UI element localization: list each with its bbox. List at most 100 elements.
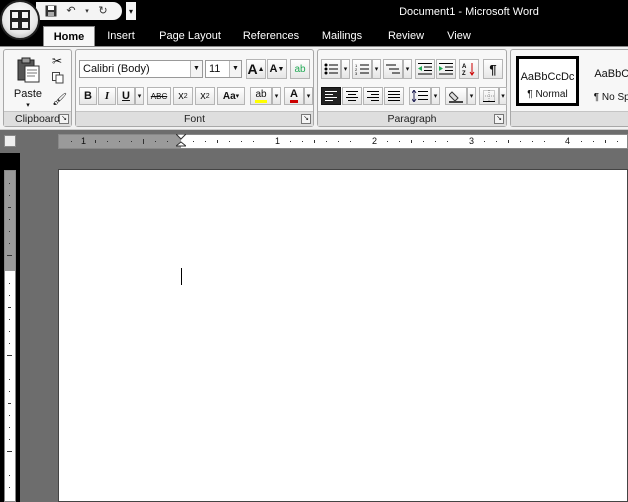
show-formatting-button[interactable]: ¶ xyxy=(483,59,503,79)
clipboard-group: Paste ▾ ✂ 🖌 Clipboard ↘ xyxy=(3,49,72,127)
font-name-dropdown-icon[interactable]: ▼ xyxy=(190,61,202,77)
align-right-button[interactable] xyxy=(363,87,383,105)
justify-icon xyxy=(388,91,400,101)
borders-icon xyxy=(483,90,495,102)
shading-icon xyxy=(449,90,463,103)
font-color-dropdown-icon[interactable]: ▾ xyxy=(304,87,313,105)
align-left-icon xyxy=(325,91,337,101)
copy-icon[interactable] xyxy=(52,72,64,87)
line-spacing-button[interactable] xyxy=(409,87,431,105)
multilevel-list-icon xyxy=(386,64,400,74)
strikethrough-button[interactable]: ABC xyxy=(147,87,171,105)
format-painter-icon[interactable]: 🖌 xyxy=(52,92,67,106)
justify-button[interactable] xyxy=(384,87,404,105)
highlight-dropdown-icon[interactable]: ▾ xyxy=(272,87,281,105)
borders-button[interactable] xyxy=(479,87,499,105)
shading-button[interactable] xyxy=(445,87,467,105)
tab-review[interactable]: Review xyxy=(380,26,432,46)
style-no-spacing[interactable]: AaBbCc ¶ No Spa xyxy=(583,56,628,106)
decrease-indent-button[interactable] xyxy=(415,59,435,79)
font-name-combo[interactable]: Calibri (Body) ▼ xyxy=(79,60,203,78)
ruler-number: 2 xyxy=(372,136,378,146)
tab-page-layout[interactable]: Page Layout xyxy=(152,26,228,46)
paste-dropdown-icon: ▾ xyxy=(26,102,30,109)
ruler-number: 4 xyxy=(565,136,571,146)
sort-button[interactable]: AZ xyxy=(459,59,479,79)
font-name-value: Calibri (Body) xyxy=(83,63,150,75)
font-size-combo[interactable]: 11 ▼ xyxy=(205,60,242,78)
paragraph-group: ▾ 123 ▾ ▾ AZ ¶ ▾ ▾ ▾ Paragraph ↘ xyxy=(317,49,507,127)
numbering-dropdown-icon[interactable]: ▾ xyxy=(372,59,381,79)
ribbon: Paste ▾ ✂ 🖌 Clipboard ↘ Calibri (Body) ▼… xyxy=(0,46,628,129)
sort-icon: AZ xyxy=(462,63,475,76)
font-size-dropdown-icon[interactable]: ▼ xyxy=(229,61,241,77)
indent-marker-icon[interactable] xyxy=(176,134,186,149)
grow-font-button[interactable]: A ▲ xyxy=(246,59,266,79)
style-no-spacing-sample: AaBbCc xyxy=(594,68,628,80)
style-normal[interactable]: AaBbCcDc ¶ Normal xyxy=(516,56,579,106)
multilevel-list-button[interactable] xyxy=(383,59,403,79)
increase-indent-button[interactable] xyxy=(436,59,456,79)
document-page[interactable] xyxy=(58,169,628,502)
change-case-button[interactable]: Aa ▾ xyxy=(217,87,245,105)
align-center-button[interactable] xyxy=(342,87,362,105)
align-right-icon xyxy=(367,91,379,101)
ruler-number: 1 xyxy=(275,136,281,146)
vertical-ruler[interactable] xyxy=(4,170,16,502)
superscript-mark: 2 xyxy=(205,92,210,100)
superscript-button[interactable]: x2 xyxy=(195,87,215,105)
clear-formatting-button[interactable]: ab xyxy=(290,59,310,79)
horizontal-ruler[interactable]: 1 1 2 3 4 xyxy=(58,134,628,149)
font-group: Calibri (Body) ▼ 11 ▼ A ▲ A ▼ ab B I U ▾ A… xyxy=(75,49,314,127)
tab-insert[interactable]: Insert xyxy=(98,26,144,46)
highlight-button[interactable]: ab xyxy=(250,87,272,105)
tab-home[interactable]: Home xyxy=(43,26,95,46)
shading-dropdown-icon[interactable]: ▾ xyxy=(467,87,476,105)
ruler-number: 3 xyxy=(469,136,475,146)
font-color-button[interactable]: A xyxy=(284,87,304,105)
cut-icon[interactable]: ✂ xyxy=(52,54,62,68)
font-launcher-icon[interactable]: ↘ xyxy=(301,114,311,124)
underline-dropdown-icon[interactable]: ▾ xyxy=(135,87,144,105)
tab-view[interactable]: View xyxy=(440,26,478,46)
ribbon-tabs: Home Insert Page Layout References Maili… xyxy=(0,26,628,46)
style-no-spacing-name: ¶ No Spa xyxy=(593,92,628,103)
styles-group-label xyxy=(511,111,628,126)
numbering-icon: 123 xyxy=(355,63,369,75)
paste-label: Paste xyxy=(13,88,43,100)
paste-button[interactable]: Paste ▾ xyxy=(8,54,48,110)
increase-indent-icon xyxy=(439,63,453,75)
shrink-font-button[interactable]: A ▼ xyxy=(267,59,287,79)
paragraph-launcher-icon[interactable]: ↘ xyxy=(494,114,504,124)
styles-group: AaBbCcDc ¶ Normal AaBbCc ¶ No Spa xyxy=(510,49,628,127)
multilevel-dropdown-icon[interactable]: ▾ xyxy=(403,59,412,79)
line-spacing-icon xyxy=(412,90,428,102)
bullets-dropdown-icon[interactable]: ▾ xyxy=(341,59,350,79)
borders-dropdown-icon[interactable]: ▾ xyxy=(499,87,507,105)
tab-mailings[interactable]: Mailings xyxy=(314,26,370,46)
text-cursor xyxy=(181,268,182,285)
font-group-label: Font xyxy=(76,111,313,126)
tab-references[interactable]: References xyxy=(236,26,306,46)
style-normal-sample: AaBbCcDc xyxy=(520,71,575,83)
italic-button[interactable]: I xyxy=(98,87,116,105)
grow-font-glyph: A xyxy=(247,61,258,77)
clipboard-launcher-icon[interactable]: ↘ xyxy=(59,114,69,124)
paste-icon xyxy=(17,57,40,83)
shrink-font-glyph: A xyxy=(269,63,278,75)
office-button[interactable] xyxy=(0,0,40,40)
bold-button[interactable]: B xyxy=(79,87,97,105)
line-spacing-dropdown-icon[interactable]: ▾ xyxy=(431,87,440,105)
office-logo-icon xyxy=(10,10,30,30)
ruler-bar: 1 1 2 3 4 xyxy=(0,129,628,153)
align-left-button[interactable] xyxy=(321,87,341,105)
underline-button[interactable]: U xyxy=(117,87,135,105)
tab-selector[interactable] xyxy=(4,135,16,147)
align-center-icon xyxy=(346,91,358,101)
numbering-button[interactable]: 123 xyxy=(352,59,372,79)
subscript-button[interactable]: x2 xyxy=(173,87,193,105)
font-size-value: 11 xyxy=(209,63,221,75)
vertical-ruler-ticks xyxy=(7,183,12,488)
ruler-number: 1 xyxy=(81,136,87,146)
bullets-button[interactable] xyxy=(321,59,341,79)
